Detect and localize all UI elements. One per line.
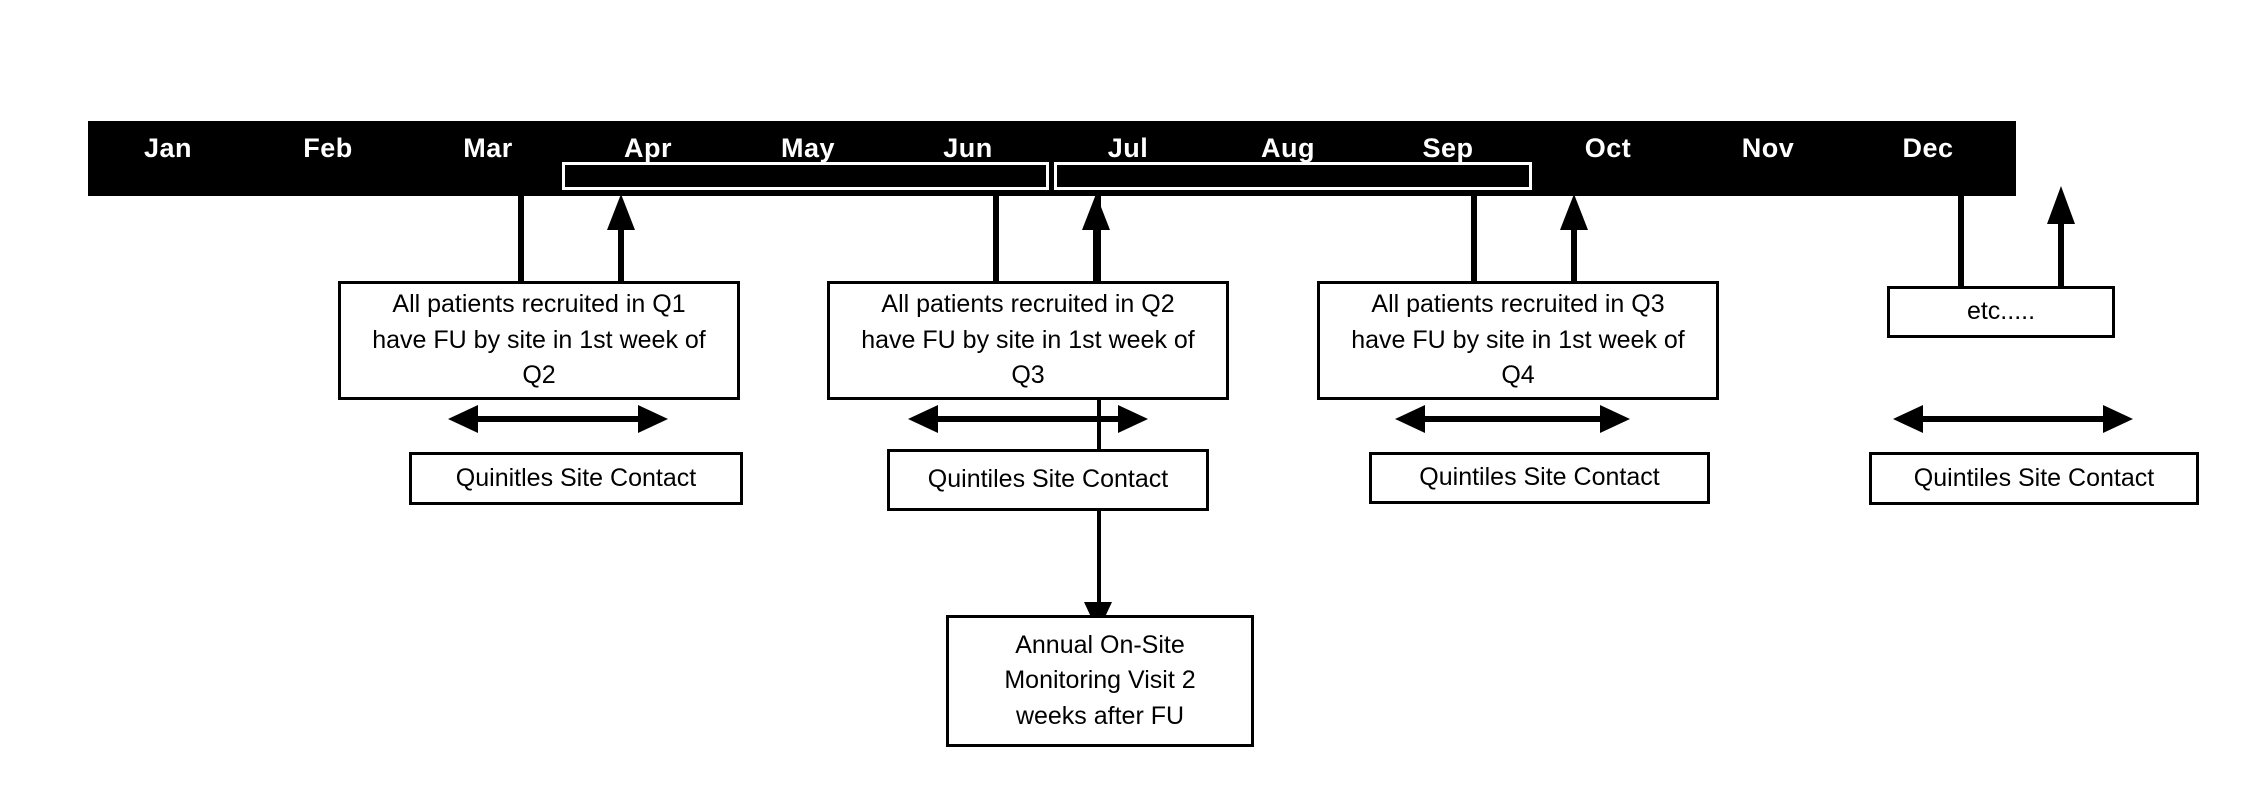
month-label-oct: Oct: [1584, 133, 1632, 163]
timeline-bar: Jan Feb Mar Apr May Jun Jul Aug Sep Oct …: [88, 121, 2016, 196]
recruitment-box-q3: All patients recruited in Q3 have FU by …: [1317, 281, 1719, 400]
month-label-may: May: [780, 133, 836, 163]
duration-arrow-1: [448, 399, 668, 439]
recruitment-box-q1-line-3: Q2: [522, 361, 556, 390]
etc-box: etc.....: [1887, 286, 2115, 338]
month-label-feb: Feb: [303, 133, 353, 163]
monitoring-visit-line-3: weeks after FU: [1015, 701, 1185, 730]
month-label-apr: Apr: [624, 133, 672, 163]
monitoring-flow-line-top: [1097, 195, 1101, 282]
duration-arrow-3: [1395, 399, 1630, 439]
recruitment-box-q1-line-2: have FU by site in 1st week of: [372, 325, 706, 354]
q2-window-outline: [562, 162, 1049, 190]
q3-window-outline: [1054, 162, 1532, 190]
recruitment-box-q1: All patients recruited in Q1 have FU by …: [338, 281, 740, 400]
duration-arrow-2: [908, 399, 1148, 439]
recruitment-box-q2-line-2: have FU by site in 1st week of: [861, 325, 1195, 354]
monitoring-visit-line-1: Annual On-Site: [1015, 630, 1185, 659]
monitoring-visit-line-2: Monitoring Visit 2: [1004, 666, 1196, 695]
recruitment-box-q2: All patients recruited in Q2 have FU by …: [827, 281, 1229, 400]
site-contact-box-2: Quintiles Site Contact: [887, 449, 1209, 511]
site-contact-box-4-label: Quintiles Site Contact: [1913, 463, 2155, 492]
month-label-nov: Nov: [1741, 133, 1795, 163]
site-contact-box-1: Quinitles Site Contact: [409, 452, 743, 505]
etc-box-label: etc.....: [1966, 297, 2036, 326]
duration-arrow-4: [1893, 399, 2133, 439]
monitoring-flow-line-bottom: [1097, 510, 1101, 610]
recruitment-box-q1-line-1: All patients recruited in Q1: [392, 290, 686, 319]
site-contact-box-1-label: Quinitles Site Contact: [455, 463, 697, 492]
month-label-mar: Mar: [463, 133, 513, 163]
month-label-jun: Jun: [943, 133, 993, 163]
recruitment-box-q3-line-3: Q4: [1501, 361, 1535, 390]
recruitment-box-q2-line-3: Q3: [1011, 361, 1045, 390]
recruitment-box-q3-line-2: have FU by site in 1st week of: [1351, 325, 1685, 354]
monitoring-visit-box: Annual On-Site Monitoring Visit 2 weeks …: [946, 615, 1254, 747]
site-contact-box-2-label: Quintiles Site Contact: [927, 465, 1169, 494]
month-label-jan: Jan: [143, 133, 193, 163]
site-contact-box-3-label: Quintiles Site Contact: [1419, 463, 1660, 492]
recruitment-box-q2-line-1: All patients recruited in Q2: [881, 290, 1175, 319]
month-label-aug: Aug: [1261, 133, 1315, 163]
month-label-dec: Dec: [1902, 133, 1954, 163]
diagram-canvas: Jan Feb Mar Apr May Jun Jul Aug Sep Oct …: [0, 0, 2247, 791]
site-contact-box-3: Quintiles Site Contact: [1369, 452, 1710, 504]
month-label-jul: Jul: [1107, 133, 1149, 163]
month-label-sep: Sep: [1422, 133, 1474, 163]
site-contact-box-4: Quintiles Site Contact: [1869, 452, 2199, 505]
recruitment-box-q3-line-1: All patients recruited in Q3: [1371, 290, 1665, 319]
monitoring-flow-line-mid: [1097, 399, 1101, 450]
